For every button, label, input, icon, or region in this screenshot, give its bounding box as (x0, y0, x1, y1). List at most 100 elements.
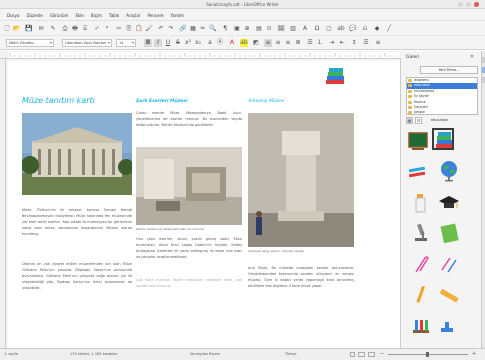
align-left-icon[interactable]: ≡ (264, 39, 272, 47)
close-icon[interactable]: ✕ (468, 53, 476, 61)
minimize-button[interactable] (458, 2, 463, 7)
bold-icon[interactable]: B (144, 39, 152, 47)
background-color-icon[interactable]: ◩ (252, 39, 260, 47)
theme-item[interactable]: people (407, 110, 477, 115)
paste-icon[interactable]: 📋 (135, 25, 143, 33)
font-name-combo[interactable]: Liberation Sans Narrow ▾ (62, 39, 112, 47)
paragraph-spacing-icon[interactable]: ↕ (350, 39, 358, 47)
print-icon[interactable]: 🖶 (71, 25, 79, 33)
bullets-icon[interactable]: ☰ (306, 39, 314, 47)
export-pdf-icon[interactable]: ⎙ (61, 25, 69, 33)
font-size-combo[interactable]: 14 ▾ (116, 39, 136, 47)
comment-icon[interactable]: 💬 (349, 25, 357, 33)
data-sources-icon[interactable]: ▤ (255, 25, 263, 33)
zoom-out-icon[interactable]: − (380, 351, 384, 357)
status-language[interactable]: Türkçe (285, 352, 296, 356)
horizontal-ruler[interactable] (0, 51, 401, 59)
paperclips-icon[interactable] (438, 254, 460, 276)
font-color-icon[interactable]: A (228, 39, 236, 47)
email-icon[interactable]: ✉ (37, 25, 45, 33)
table-icon[interactable]: ▦ (189, 25, 197, 33)
paperclip-icon[interactable] (410, 254, 432, 276)
decrease-indent-icon[interactable]: ⇤ (338, 39, 346, 47)
show-draw-icon[interactable]: ✏ (199, 25, 207, 33)
books-icon[interactable] (432, 128, 454, 150)
hyperlink-icon[interactable]: 🔗 (179, 25, 187, 33)
test-tubes-icon[interactable] (410, 316, 432, 338)
strikethrough-icon[interactable]: S (174, 39, 182, 47)
find-replace-icon[interactable]: 🔍 (209, 25, 217, 33)
ruler-icon[interactable] (438, 284, 460, 306)
highlight-icon[interactable]: ab (240, 39, 248, 47)
book-view-icon[interactable] (368, 352, 375, 357)
zoom-icon[interactable]: ⊙ (265, 25, 273, 33)
undo-icon[interactable]: ↶ (157, 25, 165, 33)
zoom-slider-thumb[interactable] (426, 352, 429, 357)
track-changes-icon[interactable]: ⎌ (361, 25, 369, 33)
globe-icon[interactable] (438, 160, 460, 182)
blackboard-icon[interactable] (407, 130, 429, 152)
new-document-icon[interactable]: 🗋 (3, 25, 11, 33)
menu-file[interactable]: Dosya (7, 13, 19, 18)
status-page-style[interactable]: Varsayılan Biçem (190, 352, 220, 356)
basic-shapes-icon[interactable]: ◆ (373, 25, 381, 33)
sidebar-menu-icon[interactable]: ≡ (374, 39, 382, 47)
notebook-icon[interactable] (438, 222, 460, 244)
cut-icon[interactable]: ✂ (115, 25, 123, 33)
menu-tools[interactable]: Araçlar (126, 13, 140, 18)
align-center-icon[interactable]: ≡ (274, 39, 282, 47)
new-theme-button[interactable]: Yeni Tema... (420, 66, 478, 74)
outline-icon[interactable]: Ⓐ (216, 39, 224, 47)
open-icon[interactable]: 📂 (13, 25, 21, 33)
edit-mode-icon[interactable]: ✎ (49, 25, 57, 33)
insert-textbox-icon[interactable]: A (301, 25, 309, 33)
detail-view-icon[interactable]: ☰ (415, 117, 422, 124)
menu-format[interactable]: Biçim (91, 13, 102, 18)
graduation-cap-icon[interactable] (438, 192, 460, 214)
navigator-icon[interactable]: ⊕ (243, 25, 251, 33)
formatting-marks-icon[interactable]: ¶ (221, 25, 229, 33)
single-page-view-icon[interactable] (350, 352, 355, 357)
close-button[interactable] (474, 2, 479, 7)
footnote-icon[interactable]: ab (337, 25, 345, 33)
glue-icon[interactable] (410, 192, 432, 214)
numbering-icon[interactable]: ⒈ (316, 39, 324, 47)
theme-list[interactable]: diagrams education environment Ev Şeyler… (406, 77, 478, 115)
shadow-icon[interactable]: a (206, 39, 214, 47)
measure-tape-icon[interactable] (438, 316, 460, 338)
line-icon[interactable]: ╱ (385, 25, 393, 33)
document-page[interactable]: Müze tanıtım kartı Müze, Türkiye'nin ilk… (8, 61, 400, 348)
pencil-icon[interactable] (410, 284, 432, 306)
menu-view[interactable]: Görünüm (50, 13, 69, 18)
special-character-icon[interactable]: Ω (313, 25, 321, 33)
microscope-icon[interactable] (410, 222, 432, 244)
vertical-ruler[interactable] (0, 59, 6, 348)
menu-insert[interactable]: Ekle (75, 13, 83, 18)
autocheck-icon[interactable]: ᵃ (103, 25, 111, 33)
insert-field-icon[interactable]: ▢ (325, 25, 333, 33)
crayons-icon[interactable] (407, 164, 429, 186)
menu-edit[interactable]: Düzenle (26, 13, 42, 18)
italic-icon[interactable]: I (154, 39, 162, 47)
subscript-icon[interactable]: x₂ (194, 39, 202, 47)
line-spacing-icon[interactable]: ☰ (362, 39, 370, 47)
maximize-button[interactable] (466, 2, 471, 7)
copy-icon[interactable]: ⎘ (125, 25, 133, 33)
redo-icon[interactable]: ↷ (167, 25, 175, 33)
insert-chart-icon[interactable]: ▥ (289, 25, 297, 33)
superscript-icon[interactable]: x² (184, 39, 192, 47)
menu-window[interactable]: Pencere (148, 13, 164, 18)
menu-help[interactable]: Yardım (170, 13, 183, 18)
menu-table[interactable]: Tablo (109, 13, 119, 18)
zoom-in-icon[interactable]: + (472, 351, 476, 357)
print-preview-icon[interactable]: ⌸ (81, 25, 89, 33)
gallery-icon[interactable]: ▣ (233, 25, 241, 33)
justify-icon[interactable]: ≣ (294, 39, 302, 47)
clone-format-icon[interactable]: 🖌 (145, 25, 153, 33)
paragraph-style-combo[interactable]: Metin Gövdesi ▾ (6, 39, 54, 47)
save-icon[interactable]: 💾 (25, 25, 33, 33)
align-right-icon[interactable]: ≡ (284, 39, 292, 47)
increase-indent-icon[interactable]: ⇥ (328, 39, 336, 47)
icon-view-icon[interactable]: ▦ (406, 117, 413, 124)
spellcheck-icon[interactable]: ✓ (93, 25, 101, 33)
